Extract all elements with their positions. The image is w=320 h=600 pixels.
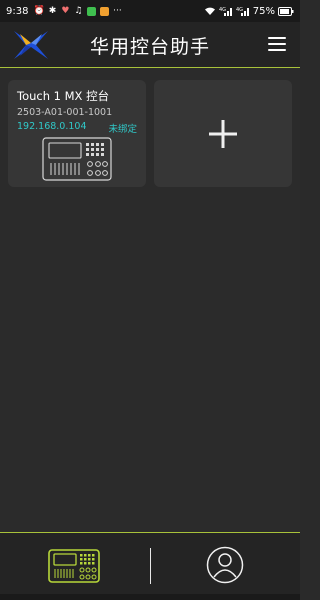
signal-icon-2: 4G [236, 7, 249, 16]
alarm-icon: ⏰ [33, 6, 46, 16]
device-info-row: 192.168.0.104 未绑定 [17, 121, 137, 135]
device-status: 未绑定 [108, 124, 137, 135]
menu-line [268, 43, 286, 45]
console-icon[interactable] [48, 549, 100, 583]
menu-line [268, 49, 286, 51]
bottom-nav [0, 532, 300, 594]
menu-button[interactable] [268, 35, 286, 53]
status-bar: 9:38 ⏰ ✱ ♥ ♫ ··· 4G 4G 75% [0, 0, 300, 22]
system-nav-bar [0, 594, 300, 600]
device-ip: 192.168.0.104 [17, 121, 87, 132]
svg-text:4G: 4G [236, 7, 243, 13]
battery-icon [278, 6, 294, 16]
device-serial: 2503-A01-001-1001 [17, 107, 113, 118]
music-icon: ♫ [74, 6, 83, 16]
status-right: 4G 4G 75% [204, 6, 294, 17]
status-left: 9:38 ⏰ ✱ ♥ ♫ ··· [6, 6, 122, 17]
battery-percent: 75% [252, 5, 275, 17]
brand-logo-icon [14, 31, 48, 59]
wifi-icon [204, 7, 215, 15]
wechat-icon [86, 6, 96, 16]
mixing-console-icon [42, 137, 112, 181]
bluetooth-icon: ✱ [48, 6, 57, 16]
heart-app-icon: ♥ [61, 6, 70, 16]
add-device-button[interactable] [154, 80, 292, 187]
signal-icon-1: 4G [219, 7, 232, 16]
app-header: 华用控台助手 [0, 22, 300, 68]
plus-icon [209, 119, 237, 148]
app-screen: 9:38 ⏰ ✱ ♥ ♫ ··· 4G 4G 75% 华用控台助手 Touch … [0, 0, 300, 600]
notification-app-icon [99, 6, 109, 16]
more-notifications-icon: ··· [113, 6, 122, 16]
status-time: 9:38 [6, 5, 29, 17]
hamburger-menu-icon [268, 37, 286, 39]
device-name: Touch 1 MX 控台 [17, 89, 110, 103]
nav-divider [150, 548, 151, 584]
app-title: 华用控台助手 [89, 35, 210, 58]
device-card[interactable]: Touch 1 MX 控台 2503-A01-001-1001 192.168.… [8, 80, 146, 187]
profile-icon[interactable] [206, 546, 244, 584]
svg-text:4G: 4G [219, 7, 226, 13]
